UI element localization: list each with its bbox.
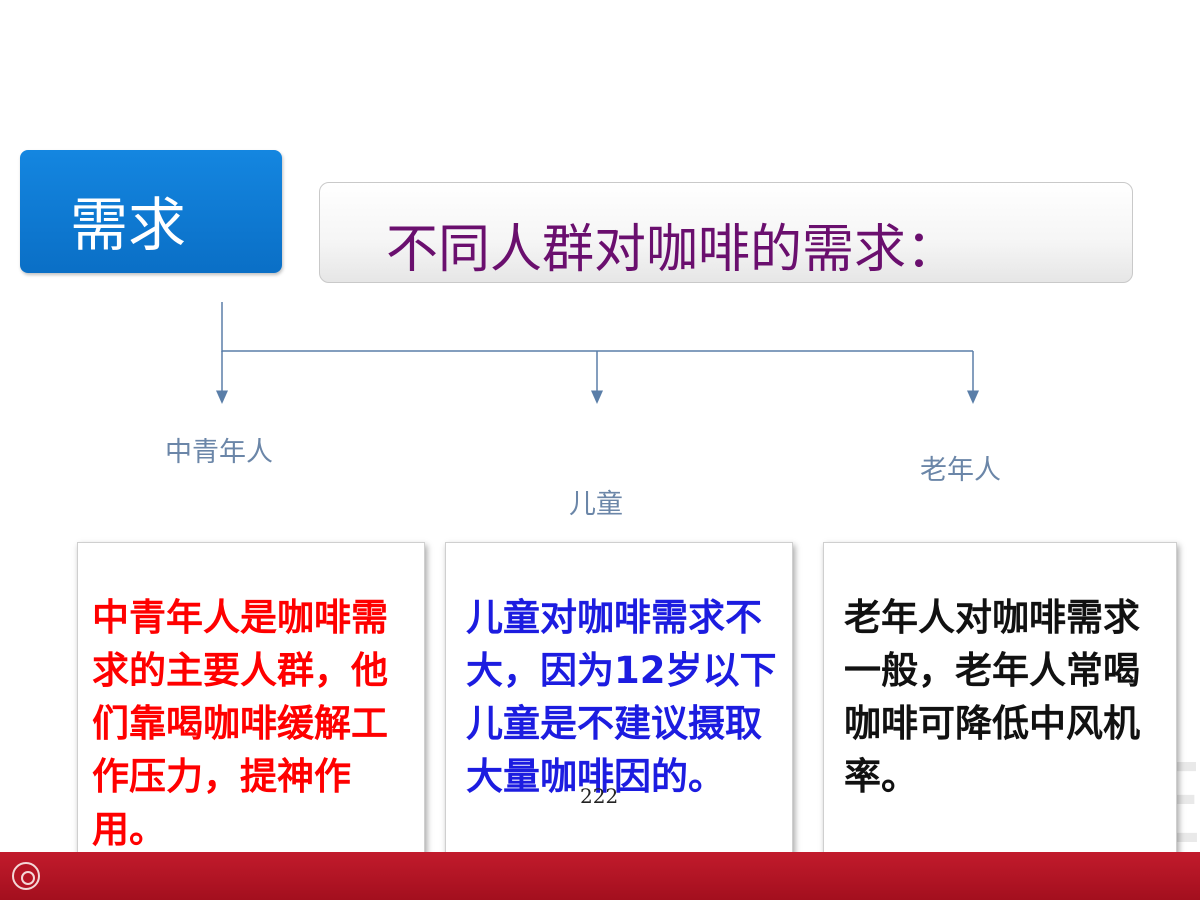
branch-connector (216, 302, 979, 404)
card-youth-text: 中青年人是咖啡需求的主要人群，他们靠喝咖啡缓解工作压力，提神作用。 (92, 596, 388, 851)
card-elderly-text: 老年人对咖啡需求一般，老年人常喝咖啡可降低中风机率。 (844, 596, 1140, 798)
card-children: 儿童对咖啡需求不大，因为12岁以下儿童是不建议摄取大量咖啡因的。 (445, 542, 793, 885)
category-label-children: 儿童 (569, 489, 623, 520)
card-elderly: 老年人对咖啡需求一般，老年人常喝咖啡可降低中风机率。 (823, 542, 1177, 885)
university-seal-icon (12, 862, 40, 890)
card-children-text: 儿童对咖啡需求不大，因为12岁以下儿童是不建议摄取大量咖啡因的。 (466, 596, 777, 798)
category-label-youth: 中青年人 (165, 437, 273, 468)
footer-bar (0, 852, 1200, 900)
slide: M E 需求 不同人群对咖啡的需求： 中青年人 儿童 老年人 中青年人是咖啡需求… (0, 0, 1200, 900)
page-number: 222 (580, 784, 619, 808)
category-label-elderly: 老年人 (920, 455, 1001, 486)
card-youth: 中青年人是咖啡需求的主要人群，他们靠喝咖啡缓解工作压力，提神作用。 (77, 542, 425, 885)
